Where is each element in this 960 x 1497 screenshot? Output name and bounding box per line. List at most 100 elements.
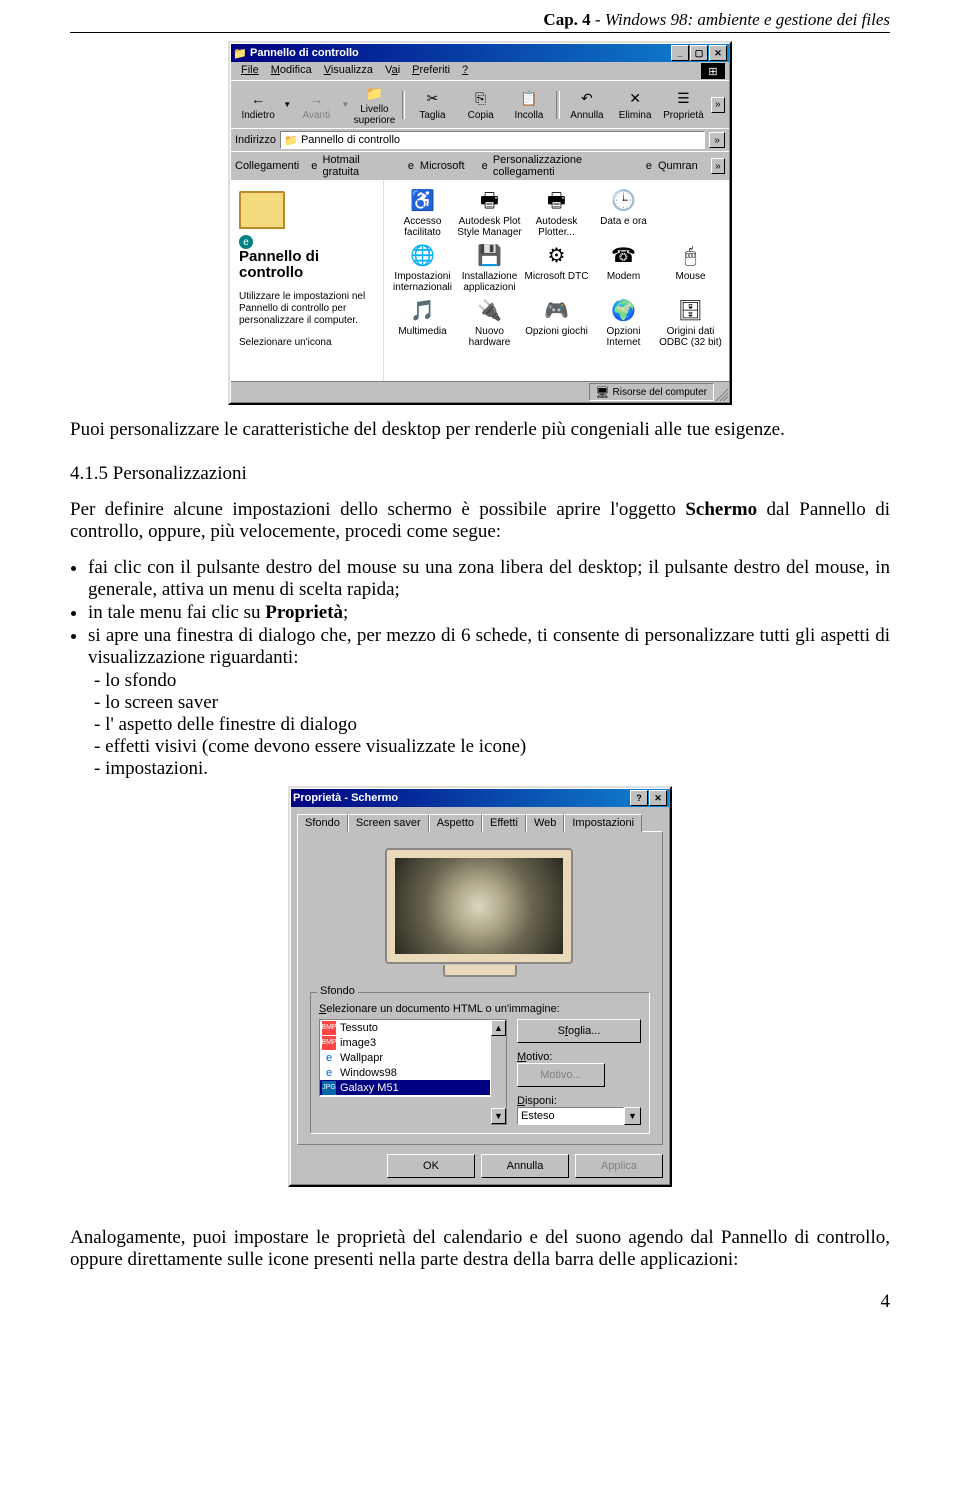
menu-file[interactable]: File — [235, 63, 265, 79]
tab-impostazioni[interactable]: Impostazioni — [564, 814, 642, 832]
tab-aspetto[interactable]: Aspetto — [429, 814, 482, 832]
address-field[interactable]: 📁 Pannello di controllo — [280, 131, 705, 149]
li-image3: BMPimage3 — [320, 1035, 490, 1050]
folder-icon: 📁 — [284, 133, 298, 147]
ico-internazionali[interactable]: 🌐Impostazioni internazionali — [390, 242, 455, 293]
sfoglia-button[interactable]: Sfoglia... — [517, 1019, 641, 1043]
dash-1: lo sfondo — [94, 670, 890, 692]
computer-icon: 🖥 — [596, 385, 610, 399]
statusbar: 🖥Risorse del computer — [231, 381, 729, 402]
tb-elimina[interactable]: ✕Elimina — [612, 89, 658, 121]
folder-large-icon — [239, 191, 285, 229]
motivo-button[interactable]: Motivo... — [517, 1063, 605, 1087]
tab-web[interactable]: Web — [526, 814, 564, 832]
tb-annulla[interactable]: ↶Annulla — [564, 89, 610, 121]
ico-mouse[interactable]: 🖱Mouse — [658, 242, 723, 293]
list-scrollbar[interactable]: ▲ ▼ — [491, 1019, 507, 1125]
applica-button[interactable]: Applica — [575, 1154, 663, 1178]
bullet-1: fai clic con il pulsante destro del mous… — [88, 557, 890, 601]
help-button[interactable]: ? — [630, 790, 648, 806]
tb-taglia[interactable]: ✂Taglia — [409, 89, 455, 121]
links-label: Collegamenti — [235, 160, 299, 172]
ico-data-ora[interactable]: 🕒Data e ora — [591, 187, 656, 238]
tab-screensaver[interactable]: Screen saver — [348, 814, 429, 832]
link-qumran[interactable]: eQumran — [637, 159, 703, 173]
tb-indietro[interactable]: ←Indietro — [235, 89, 281, 121]
dash-3: l' aspetto delle finestre di dialogo — [94, 714, 890, 736]
bullet-2: in tale menu fai clic su Proprietà; — [88, 602, 890, 624]
tb-avanti[interactable]: →Avanti — [293, 89, 339, 121]
group-sub: Selezionare un documento HTML o un'immag… — [319, 1003, 641, 1015]
li-windows98: eWindows98 — [320, 1065, 490, 1080]
ico-plotter[interactable]: 🖶Autodesk Plotter... — [524, 187, 589, 238]
links-overflow[interactable]: » — [711, 158, 725, 174]
close-button[interactable]: ✕ — [649, 790, 667, 806]
li-galaxy: JPGGalaxy M51 — [320, 1080, 490, 1095]
bmp-icon: BMP — [322, 1021, 336, 1035]
disponi-dropdown[interactable]: ▼ — [624, 1107, 641, 1125]
li-wallpapr: eWallpapr — [320, 1050, 490, 1065]
ico-internet[interactable]: 🌍Opzioni Internet — [591, 297, 656, 348]
tb-copia[interactable]: ⎘Copia — [458, 89, 504, 121]
ico-accesso[interactable]: ♿Accesso facilitato — [390, 187, 455, 238]
pane-text1: Utilizzare le impostazioni nel Pannello … — [239, 291, 375, 327]
addr-overflow[interactable]: » — [709, 132, 725, 148]
disponi-label: Disponi: — [517, 1095, 641, 1107]
menu-help[interactable]: ? — [456, 63, 474, 79]
link-hotmail[interactable]: eHotmail gratuita — [303, 154, 395, 178]
ico-dtc[interactable]: ⚙Microsoft DTC — [524, 242, 589, 293]
wallpaper-list[interactable]: BMPTessuto BMPimage3 eWallpapr eWindows9… — [319, 1019, 491, 1097]
menu-preferiti[interactable]: Preferiti — [406, 63, 456, 79]
titlebar[interactable]: 📁 Pannello di controllo _ ▢ ✕ — [231, 44, 729, 62]
pane-text2: Selezionare un'icona — [239, 337, 375, 349]
link-personalizzazione[interactable]: ePersonalizzazione collegamenti — [474, 154, 633, 178]
ico-odbc[interactable]: 🗄Origini dati ODBC (32 bit) — [658, 297, 723, 348]
page-number: 4 — [70, 1291, 890, 1313]
dash-4: effetti visivi (come devono essere visua… — [94, 736, 890, 758]
disponi-select[interactable]: Esteso — [517, 1107, 624, 1125]
menubar: File Modifica Visualizza Vai Preferiti ?… — [231, 62, 729, 80]
dash-2: lo screen saver — [94, 692, 890, 714]
tb-proprieta[interactable]: ☰Proprietà — [660, 89, 706, 121]
ico-install-app[interactable]: 💾Installazione applicazioni — [457, 242, 522, 293]
ie-icon: e — [308, 159, 320, 173]
jpg-icon: JPG — [322, 1081, 336, 1095]
dialog-titlebar[interactable]: Proprietà - Schermo ? ✕ — [291, 789, 669, 807]
ie-icon: e — [404, 159, 418, 173]
link-microsoft[interactable]: eMicrosoft — [399, 159, 470, 173]
bmp-icon: BMP — [322, 1036, 336, 1050]
tb-livello[interactable]: 📁Livello superiore — [351, 83, 397, 126]
li-tessuto: BMPTessuto — [320, 1020, 490, 1035]
sfondo-group: Sfondo Selezionare un documento HTML o u… — [310, 992, 650, 1134]
annulla-button[interactable]: Annulla — [481, 1154, 569, 1178]
menu-vai[interactable]: Vai — [379, 63, 406, 79]
ico-hardware[interactable]: 🔌Nuovo hardware — [457, 297, 522, 348]
pane-title: Pannello di controllo — [239, 249, 375, 281]
ico-modem[interactable]: ☎Modem — [591, 242, 656, 293]
tb-incolla[interactable]: 📋Incolla — [506, 89, 552, 121]
toolbar-overflow[interactable]: » — [711, 97, 725, 113]
control-panel-window: 📁 Pannello di controllo _ ▢ ✕ File Modif… — [228, 41, 732, 405]
menu-modifica[interactable]: Modifica — [265, 63, 318, 79]
left-info-pane: e Pannello di controllo Utilizzare le im… — [231, 181, 384, 381]
toolbar: ←Indietro▼ →Avanti▼ 📁Livello superiore ✂… — [231, 80, 729, 128]
html-icon: e — [322, 1066, 336, 1080]
menu-visualizza[interactable]: Visualizza — [318, 63, 379, 79]
tab-panel: Sfondo Selezionare un documento HTML o u… — [297, 831, 663, 1145]
ok-button[interactable]: OK — [387, 1154, 475, 1178]
tab-sfondo[interactable]: Sfondo — [297, 814, 348, 832]
maximize-button[interactable]: ▢ — [690, 45, 708, 61]
close-button[interactable]: ✕ — [709, 45, 727, 61]
scroll-up[interactable]: ▲ — [491, 1020, 506, 1036]
ico-plot-style[interactable]: 🖶Autodesk Plot Style Manager — [457, 187, 522, 238]
ico-giochi[interactable]: 🎮Opzioni giochi — [524, 297, 589, 348]
minimize-button[interactable]: _ — [671, 45, 689, 61]
section-heading: 4.1.5 Personalizzazioni — [70, 463, 890, 485]
tab-effetti[interactable]: Effetti — [482, 814, 526, 832]
scroll-down[interactable]: ▼ — [491, 1108, 506, 1124]
display-properties-dialog: Proprietà - Schermo ? ✕ Sfondo Screen sa… — [288, 786, 672, 1187]
globe-icon: e — [239, 235, 253, 249]
tabstrip: Sfondo Screen saver Aspetto Effetti Web … — [291, 807, 669, 831]
ico-multimedia[interactable]: 🎵Multimedia — [390, 297, 455, 348]
window-title: Pannello di controllo — [250, 47, 359, 59]
